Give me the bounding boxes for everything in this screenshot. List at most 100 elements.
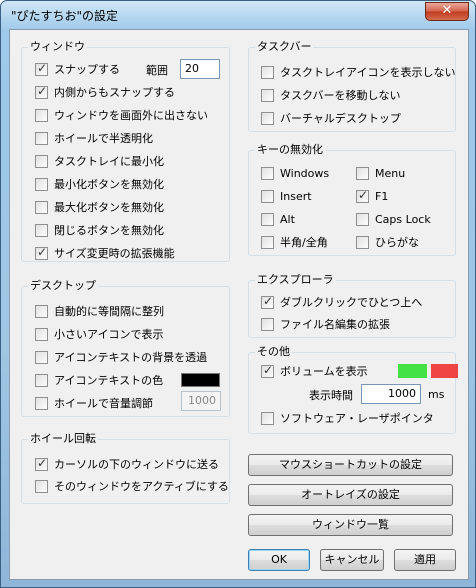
checkbox-box[interactable] xyxy=(261,189,274,203)
key-windows-checkbox[interactable]: Windows xyxy=(261,165,329,181)
auto-arrange-checkbox[interactable]: 自動的に等間隔に整列 xyxy=(35,303,164,319)
key-hiragana-checkbox[interactable]: ひらがな xyxy=(356,234,419,250)
checkbox-label: 半角/全角 xyxy=(280,236,328,249)
checkbox-label: 最小化ボタンを無効化 xyxy=(54,178,164,191)
checkbox-label: F1 xyxy=(375,189,389,203)
checkbox-box[interactable] xyxy=(356,166,369,180)
checkbox-box[interactable] xyxy=(35,373,48,387)
checkbox-label: Insert xyxy=(280,189,312,203)
checkbox-box[interactable] xyxy=(261,363,274,378)
volume-color-swatch-1[interactable] xyxy=(398,364,427,378)
virtual-desktop-checkbox[interactable]: バーチャルデスクトップ xyxy=(261,110,401,126)
key-menu-checkbox[interactable]: Menu xyxy=(356,165,405,181)
disable-minimize-checkbox[interactable]: 最小化ボタンを無効化 xyxy=(35,176,164,192)
desktop-group: デスクトップ 自動的に等間隔に整列 小さいアイコンで表示 アイコンテキストの背景… xyxy=(21,279,230,417)
small-icons-checkbox[interactable]: 小さいアイコンで表示 xyxy=(35,326,163,342)
snap-checkbox[interactable]: スナップする xyxy=(35,61,120,77)
display-time-input[interactable]: 1000 xyxy=(361,384,421,404)
checkbox-box[interactable] xyxy=(261,212,274,226)
activate-window-checkbox[interactable]: そのウィンドウをアクティブにする xyxy=(35,478,229,494)
range-input[interactable]: 20 xyxy=(180,59,220,79)
checkbox-box[interactable] xyxy=(356,212,369,226)
checkbox-box[interactable] xyxy=(35,84,48,99)
window-group-title: ウィンドウ xyxy=(28,40,87,54)
filename-edit-checkbox[interactable]: ファイル名編集の拡張 xyxy=(261,316,390,332)
close-button[interactable]: ✕ xyxy=(425,2,469,21)
settings-window: "ぴたすちお"の設定 ✕ ウィンドウ スナップする 範囲 20 内側からもスナッ… xyxy=(0,0,476,588)
checkbox-label: ホイールで半透明化 xyxy=(54,132,153,145)
wheel-transparency-checkbox[interactable]: ホイールで半透明化 xyxy=(35,130,153,146)
icon-text-color-checkbox[interactable]: アイコンテキストの色 xyxy=(35,372,163,388)
checkbox-box[interactable] xyxy=(35,479,48,493)
checkbox-box[interactable] xyxy=(35,177,48,191)
wheel-group: ホイール回転 カーソルの下のウィンドウに送る そのウィンドウをアクティブにする xyxy=(21,432,230,504)
key-insert-checkbox[interactable]: Insert xyxy=(261,188,312,204)
volume-color-swatch-2[interactable] xyxy=(431,364,458,378)
checkbox-box[interactable] xyxy=(35,154,48,168)
auto-raise-button[interactable]: オートレイズの設定 xyxy=(248,484,453,506)
minimize-to-tray-checkbox[interactable]: タスクトレイに最小化 xyxy=(35,153,164,169)
checkbox-label: アイコンテキストの背景を透過 xyxy=(54,351,208,364)
volume-step-input[interactable]: 1000 xyxy=(181,391,221,411)
cancel-button[interactable]: キャンセル xyxy=(320,549,384,571)
taskbar-group-title: タスクバー xyxy=(255,40,314,54)
wheel-volume-checkbox[interactable]: ホイールで音量調節 xyxy=(35,395,153,411)
checkbox-label: ウィンドウを画面外に出さない xyxy=(54,109,208,122)
checkbox-box[interactable] xyxy=(356,235,369,249)
checkbox-label: ソフトウェア・レーザポインタ xyxy=(280,412,434,425)
checkbox-label: 内側からもスナップする xyxy=(54,86,175,99)
key-capslock-checkbox[interactable]: Caps Lock xyxy=(356,211,431,227)
checkbox-box[interactable] xyxy=(35,396,48,410)
checkbox-label: Windows xyxy=(280,166,330,180)
apply-button[interactable]: 適用 xyxy=(394,549,456,571)
checkbox-box[interactable] xyxy=(35,327,48,341)
checkbox-box[interactable] xyxy=(261,88,274,102)
checkbox-box[interactable] xyxy=(35,456,48,471)
checkbox-box[interactable] xyxy=(261,235,274,249)
transparent-icon-text-checkbox[interactable]: アイコンテキストの背景を透過 xyxy=(35,349,207,365)
explorer-group-title: エクスプローラ xyxy=(255,273,336,287)
resize-extension-checkbox[interactable]: サイズ変更時の拡張機能 xyxy=(35,245,175,261)
checkbox-box[interactable] xyxy=(35,131,48,145)
checkbox-box[interactable] xyxy=(35,350,48,364)
checkbox-box[interactable] xyxy=(35,223,48,237)
checkbox-box[interactable] xyxy=(261,111,274,125)
hide-tray-icon-checkbox[interactable]: タスクトレイアイコンを表示しない xyxy=(261,64,455,80)
key-alt-checkbox[interactable]: Alt xyxy=(261,211,295,227)
disable-maximize-checkbox[interactable]: 最大化ボタンを無効化 xyxy=(35,199,164,215)
checkbox-box[interactable] xyxy=(261,166,274,180)
checkbox-box[interactable] xyxy=(261,411,274,425)
laser-pointer-checkbox[interactable]: ソフトウェア・レーザポインタ xyxy=(261,410,434,426)
window-group: ウィンドウ スナップする 範囲 20 内側からもスナップする ウィンドウを画面外… xyxy=(21,40,230,262)
show-volume-checkbox[interactable]: ボリュームを表示 xyxy=(261,363,368,379)
checkbox-box[interactable] xyxy=(261,294,274,309)
checkbox-box[interactable] xyxy=(35,61,48,76)
checkbox-box[interactable] xyxy=(356,188,369,203)
checkbox-box[interactable] xyxy=(261,317,274,331)
double-click-up-checkbox[interactable]: ダブルクリックでひとつ上へ xyxy=(261,294,422,310)
window-list-button[interactable]: ウィンドウ一覧 xyxy=(248,514,453,536)
checkbox-label: サイズ変更時の拡張機能 xyxy=(54,247,175,260)
inner-snap-checkbox[interactable]: 内側からもスナップする xyxy=(35,84,175,100)
checkbox-box[interactable] xyxy=(35,304,48,318)
checkbox-label: ボリュームを表示 xyxy=(280,365,368,378)
checkbox-box[interactable] xyxy=(261,65,274,79)
lock-taskbar-checkbox[interactable]: タスクバーを移動しない xyxy=(261,87,400,103)
checkbox-label: 閉じるボタンを無効化 xyxy=(54,224,164,237)
checkbox-label: ひらがな xyxy=(375,236,419,249)
key-f1-checkbox[interactable]: F1 xyxy=(356,188,388,204)
checkbox-box[interactable] xyxy=(35,245,48,260)
mouse-shortcut-button[interactable]: マウスショートカットの設定 xyxy=(248,454,453,476)
range-label: 範囲 xyxy=(146,64,168,77)
send-to-under-cursor-checkbox[interactable]: カーソルの下のウィンドウに送る xyxy=(35,456,219,472)
checkbox-label: ダブルクリックでひとつ上へ xyxy=(280,296,423,309)
checkbox-box[interactable] xyxy=(35,108,48,122)
ok-button[interactable]: OK xyxy=(248,549,310,571)
icon-text-color-swatch[interactable] xyxy=(181,373,220,387)
checkbox-box[interactable] xyxy=(35,200,48,214)
keep-onscreen-checkbox[interactable]: ウィンドウを画面外に出さない xyxy=(35,107,208,123)
display-time-label: 表示時間 xyxy=(309,389,353,402)
disable-close-checkbox[interactable]: 閉じるボタンを無効化 xyxy=(35,222,164,238)
title-bar[interactable]: "ぴたすちお"の設定 ✕ xyxy=(1,1,475,29)
key-hankaku-checkbox[interactable]: 半角/全角 xyxy=(261,234,328,250)
